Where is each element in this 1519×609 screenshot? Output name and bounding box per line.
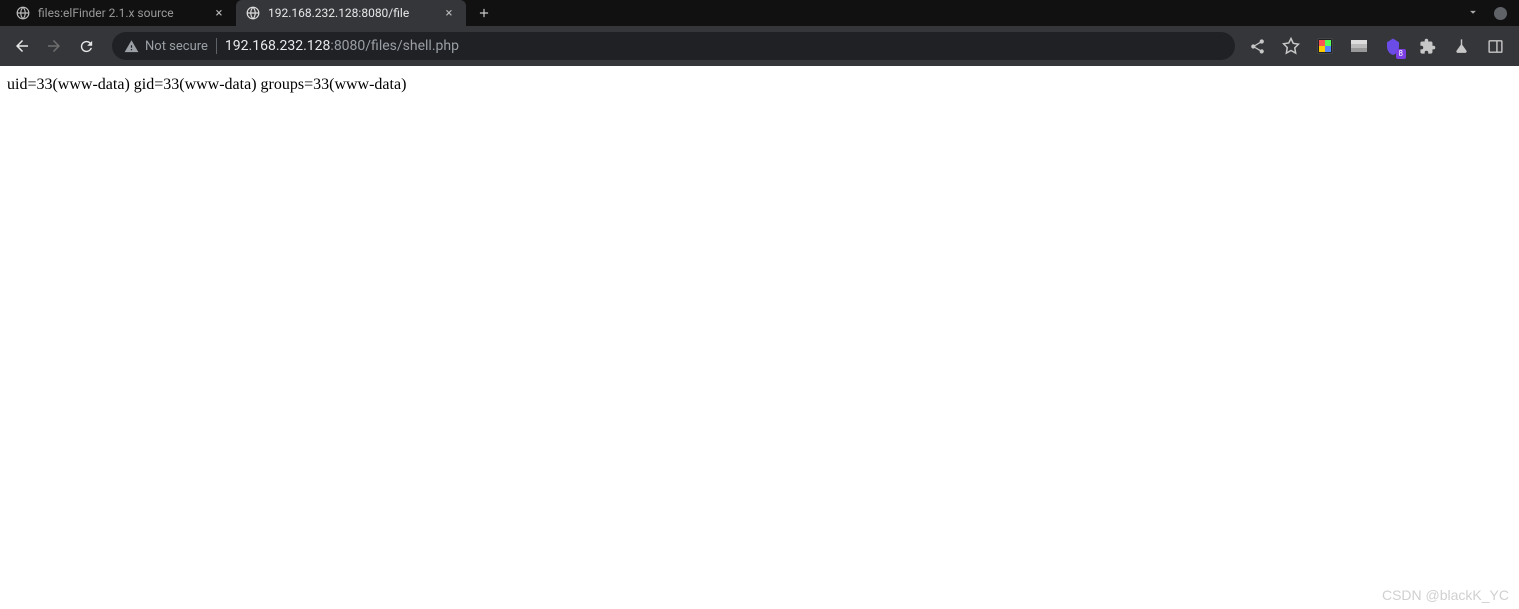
extensions-icon[interactable] <box>1417 36 1437 56</box>
tab-shell[interactable]: 192.168.232.128:8080/file × <box>236 0 466 26</box>
security-indicator[interactable]: Not secure <box>124 39 208 54</box>
panel-icon[interactable] <box>1485 36 1505 56</box>
toolbar-actions: 8 <box>1247 36 1511 56</box>
back-button[interactable] <box>8 32 36 60</box>
globe-icon <box>246 6 260 20</box>
url-path: :8080/files/shell.php <box>330 38 459 54</box>
warning-icon <box>124 39 139 54</box>
reload-button[interactable] <box>72 32 100 60</box>
divider <box>216 38 217 54</box>
url-display: 192.168.232.128:8080/files/shell.php <box>225 38 459 54</box>
tab-elfinder[interactable]: files:elFinder 2.1.x source × <box>6 0 236 26</box>
globe-icon <box>16 6 30 20</box>
new-tab-button[interactable] <box>470 0 498 26</box>
bookmark-icon[interactable] <box>1281 36 1301 56</box>
forward-button[interactable] <box>40 32 68 60</box>
page-content: uid=33(www-data) gid=33(www-data) groups… <box>0 66 1519 104</box>
tab-title: files:elFinder 2.1.x source <box>38 6 204 20</box>
extension-badge: 8 <box>1396 49 1407 59</box>
toolbar: Not secure 192.168.232.128:8080/files/sh… <box>0 26 1519 66</box>
shell-output: uid=33(www-data) gid=33(www-data) groups… <box>7 76 406 93</box>
tab-title: 192.168.232.128:8080/file <box>268 6 434 20</box>
close-icon[interactable]: × <box>212 6 226 20</box>
browser-chrome: files:elFinder 2.1.x source × 192.168.23… <box>0 0 1519 66</box>
extension-proxy-icon[interactable]: 8 <box>1383 36 1403 56</box>
url-host: 192.168.232.128 <box>225 38 331 54</box>
security-label: Not secure <box>145 39 208 54</box>
window-controls <box>1466 5 1519 22</box>
tab-strip: files:elFinder 2.1.x source × 192.168.23… <box>0 0 1519 26</box>
address-bar[interactable]: Not secure 192.168.232.128:8080/files/sh… <box>112 32 1235 60</box>
labs-icon[interactable] <box>1451 36 1471 56</box>
extension-colorpick-icon[interactable] <box>1315 36 1335 56</box>
watermark: CSDN @blackK_YC <box>1382 587 1509 603</box>
window-circle[interactable] <box>1494 7 1507 20</box>
share-icon[interactable] <box>1247 36 1267 56</box>
extension-gray-icon[interactable] <box>1349 36 1369 56</box>
close-icon[interactable]: × <box>442 6 456 20</box>
chevron-down-icon[interactable] <box>1466 5 1480 22</box>
